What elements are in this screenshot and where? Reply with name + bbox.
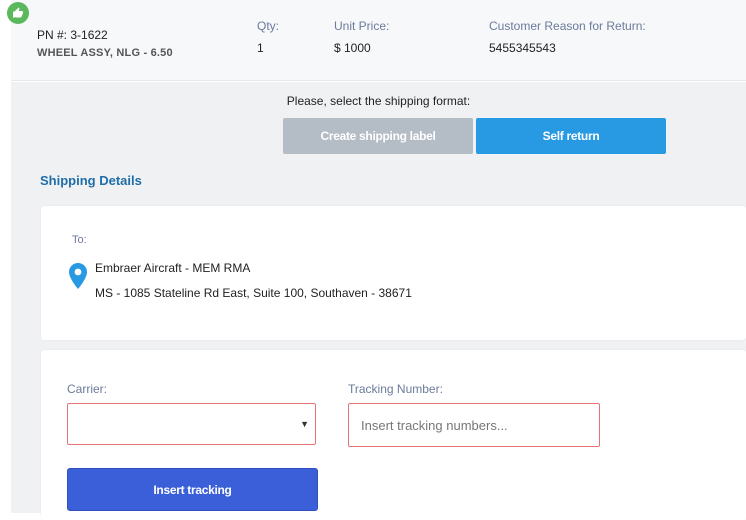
part-number: PN #: 3-1622 <box>37 28 108 42</box>
create-shipping-label-button[interactable]: Create shipping label <box>283 118 473 154</box>
carrier-label: Carrier: <box>67 382 108 396</box>
tracking-card: Carrier: ▼ Tracking Number: Insert track… <box>41 350 746 520</box>
unit-price-value: $ 1000 <box>334 41 371 55</box>
carrier-select[interactable]: ▼ <box>67 403 316 445</box>
insert-tracking-button[interactable]: Insert tracking <box>67 468 318 511</box>
unit-price-label: Unit Price: <box>334 19 390 33</box>
shipping-panel: Please, select the shipping format: Crea… <box>11 82 746 520</box>
shipping-details-title: Shipping Details <box>40 173 142 188</box>
tracking-number-input[interactable] <box>348 403 600 447</box>
shipping-format-prompt: Please, select the shipping format: <box>286 94 471 108</box>
qty-label: Qty: <box>257 19 280 33</box>
reason-label: Customer Reason for Return: <box>489 19 646 33</box>
destination-card: To: Embraer Aircraft - MEM RMA MS - 1085… <box>41 206 746 340</box>
qty-value: 1 <box>257 41 264 55</box>
reason-value: 5455345543 <box>489 41 556 55</box>
self-return-button[interactable]: Self return <box>476 118 666 154</box>
to-label: To: <box>72 234 87 246</box>
part-description: WHEEL ASSY, NLG - 6.50 <box>37 47 173 59</box>
recipient-address: MS - 1085 Stateline Rd East, Suite 100, … <box>95 286 412 300</box>
map-pin-icon <box>69 263 87 289</box>
recipient-name: Embraer Aircraft - MEM RMA <box>95 261 251 275</box>
caret-down-icon: ▼ <box>300 419 309 429</box>
return-item-header: PN #: 3-1622 WHEEL ASSY, NLG - 6.50 Qty:… <box>11 0 746 81</box>
tracking-number-label: Tracking Number: <box>348 382 443 396</box>
thumbs-up-icon <box>7 2 29 24</box>
